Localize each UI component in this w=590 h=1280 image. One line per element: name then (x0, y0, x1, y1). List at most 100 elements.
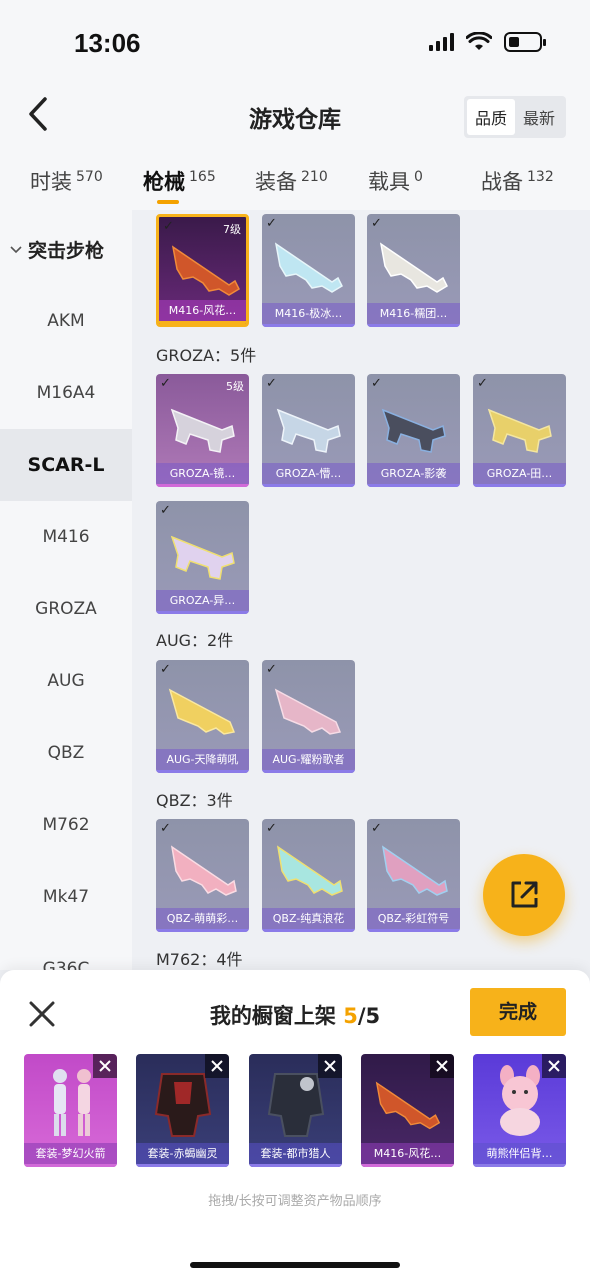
remove-item-button[interactable] (93, 1054, 117, 1078)
tab-vehicles[interactable]: 载具 0 (368, 166, 423, 196)
remove-item-button[interactable] (318, 1054, 342, 1078)
status-icons (429, 32, 546, 52)
weapon-card[interactable]: ✓ 5级 GROZA-镜… (156, 374, 249, 487)
rifle-icon (168, 688, 236, 735)
weapon-card[interactable]: ✓ GROZA-懵… (262, 374, 355, 487)
status-bar: 13:06 (0, 0, 590, 88)
remove-item-button[interactable] (430, 1054, 454, 1078)
shelf-item-label: 套装-赤蝎幽灵 (136, 1143, 229, 1167)
card-label: GROZA-影袭 (367, 463, 460, 487)
sidebar-item-akm[interactable]: AKM (0, 285, 132, 357)
check-icon: ✓ (266, 376, 277, 391)
group-title: M762：4件 (156, 950, 243, 969)
wifi-icon (466, 32, 492, 50)
rifle-icon (170, 408, 235, 453)
weapon-card[interactable]: ✓ GROZA-田… (473, 374, 566, 487)
check-icon: ✓ (160, 503, 171, 518)
done-button[interactable]: 完成 (470, 988, 566, 1036)
shelf-item[interactable]: 套装-梦幻火箭 (24, 1054, 117, 1167)
rifle-icon (274, 242, 343, 293)
reorder-hint: 拖拽/长按可调整资产物品顺序 (208, 1194, 382, 1209)
sidebar-item-mk47[interactable]: Mk47 (0, 861, 132, 933)
tab-supplies[interactable]: 战备 132 (481, 166, 554, 196)
weapon-card[interactable]: ✓ QBZ-彩虹符号 (367, 819, 460, 932)
weapon-card[interactable]: ✓ GROZA-异… (156, 501, 249, 614)
shelf-item[interactable]: M416-风花… (361, 1054, 454, 1167)
chevron-down-icon (10, 245, 22, 253)
sidebar-item-groza[interactable]: GROZA (0, 573, 132, 645)
weapon-card[interactable]: ✓ QBZ-纯真浪花 (262, 819, 355, 932)
check-icon: ✓ (371, 216, 382, 231)
remove-item-button[interactable] (542, 1054, 566, 1078)
sidebar-item-g36c[interactable]: G36C (0, 933, 132, 970)
sidebar-item-m16a4[interactable]: M16A4 (0, 357, 132, 429)
tab-weapons[interactable]: 枪械 165 (143, 166, 216, 196)
shelf-item-label: 套装-梦幻火箭 (24, 1143, 117, 1167)
card-label: GROZA-异… (156, 590, 249, 614)
card-label: AUG-耀粉歌者 (262, 749, 355, 773)
rifle-icon (276, 845, 343, 896)
card-label: M416-糯团… (367, 303, 460, 327)
rifle-icon (170, 535, 235, 580)
close-icon (436, 1060, 448, 1072)
close-icon (211, 1060, 223, 1072)
check-icon: ✓ (160, 821, 171, 836)
showcase-sheet: 我的橱窗上架 5/5 完成 套装-梦幻火箭 套装-赤蝎幽灵 套装-都市猎人 M4… (0, 970, 590, 1280)
rifle-icon (381, 408, 446, 453)
weapon-card[interactable]: ✓ AUG-耀粉歌者 (262, 660, 355, 773)
check-icon: ✓ (160, 662, 171, 677)
weapon-card[interactable]: ✓ QBZ-萌萌彩… (156, 819, 249, 932)
shelf-item[interactable]: 萌熊伴侣背… (473, 1054, 566, 1167)
weapon-sidebar: 突击步枪 AKM M16A4 SCAR-L M416 GROZA AUG QBZ… (0, 210, 132, 970)
card-label: M416-风花… (159, 300, 246, 324)
sidebar-item-scar-l[interactable]: SCAR-L (0, 429, 132, 501)
card-label: GROZA-田… (473, 463, 566, 487)
card-label: GROZA-镜… (156, 463, 249, 487)
weapon-card[interactable]: ✓ 7级 M416-风花… (156, 214, 249, 327)
weapon-card[interactable]: ✓ M416-糯团… (367, 214, 460, 327)
shelf-item-label: 萌熊伴侣背… (473, 1143, 566, 1167)
close-icon (99, 1060, 111, 1072)
sidebar-item-aug[interactable]: AUG (0, 645, 132, 717)
tab-equipment[interactable]: 装备 210 (255, 166, 328, 196)
check-icon: ✓ (266, 662, 277, 677)
check-icon: ✓ (371, 821, 382, 836)
shelf-item-label: M416-风花… (361, 1143, 454, 1167)
check-icon: ✓ (266, 821, 277, 836)
rifle-icon (171, 245, 240, 296)
shelf-item[interactable]: 套装-都市猎人 (249, 1054, 342, 1167)
sidebar-item-qbz[interactable]: QBZ (0, 717, 132, 789)
check-icon: ✓ (266, 216, 277, 231)
card-label: QBZ-彩虹符号 (367, 908, 460, 932)
sidebar-category[interactable]: 突击步枪 (10, 236, 104, 263)
rifle-icon (170, 845, 237, 896)
close-icon (548, 1060, 560, 1072)
share-button[interactable] (483, 854, 565, 936)
battery-icon (504, 32, 546, 52)
sidebar-item-m762[interactable]: M762 (0, 789, 132, 861)
rifle-icon (381, 845, 448, 896)
share-icon (511, 881, 538, 908)
sidebar-item-m416[interactable]: M416 (0, 501, 132, 573)
shelf-item[interactable]: 套装-赤蝎幽灵 (136, 1054, 229, 1167)
home-indicator[interactable] (190, 1262, 400, 1268)
tab-fashion[interactable]: 时装 570 (30, 166, 103, 196)
check-icon: ✓ (371, 376, 382, 391)
card-label: QBZ-萌萌彩… (156, 908, 249, 932)
remove-item-button[interactable] (205, 1054, 229, 1078)
sort-newest-button[interactable]: 最新 (515, 99, 563, 135)
active-tab-indicator (157, 200, 179, 204)
weapon-card[interactable]: ✓ GROZA-影袭 (367, 374, 460, 487)
card-label: M416-极冰… (262, 303, 355, 327)
rifle-icon (487, 408, 552, 453)
weapon-card[interactable]: ✓ M416-极冰… (262, 214, 355, 327)
rifle-icon (379, 242, 448, 293)
category-tabs: 时装 570 枪械 165 装备 210 载具 0 战备 132 (0, 144, 590, 210)
check-icon: ✓ (477, 376, 488, 391)
weapon-card[interactable]: ✓ AUG-天降萌吼 (156, 660, 249, 773)
group-title: GROZA：5件 (156, 346, 257, 365)
sort-quality-button[interactable]: 品质 (466, 99, 515, 135)
sort-toggle: 品质 最新 (463, 96, 566, 138)
rifle-icon (274, 688, 342, 735)
group-title: QBZ：3件 (156, 791, 233, 810)
